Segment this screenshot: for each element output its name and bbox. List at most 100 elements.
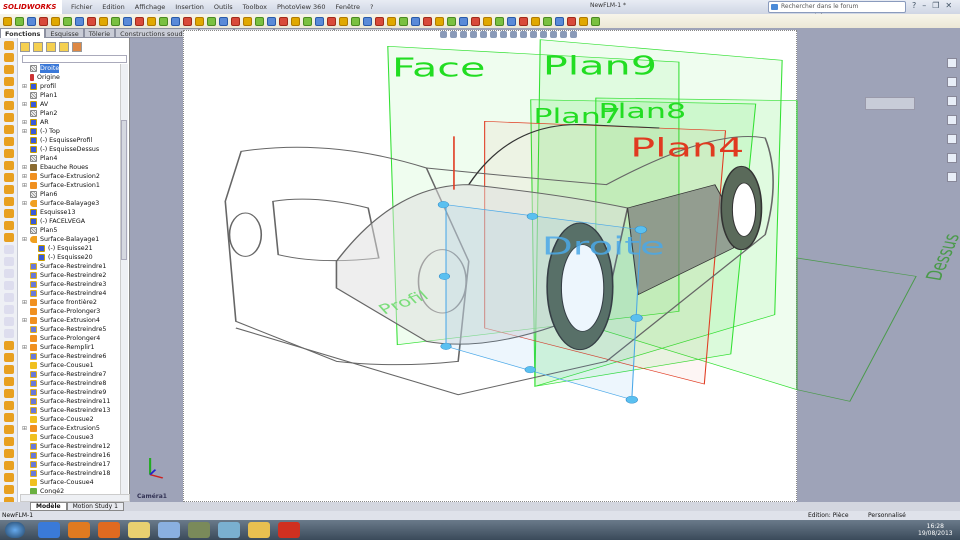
- tree-item[interactable]: (-) FACELVEGA: [22, 217, 120, 226]
- toolbar-tool-icon[interactable]: [327, 16, 336, 26]
- toolbar-tool-icon[interactable]: [15, 16, 24, 26]
- vertical-tool-icon[interactable]: [4, 149, 14, 158]
- menu-8[interactable]: ?: [365, 0, 378, 14]
- tree-item[interactable]: (-) EsquisseDessus: [22, 145, 120, 154]
- toolbar-tool-icon[interactable]: [195, 16, 204, 26]
- view-tool-icon[interactable]: [460, 31, 467, 38]
- menu-0[interactable]: Fichier: [66, 0, 97, 14]
- minimize-button[interactable]: –: [922, 1, 926, 10]
- toolbar-tool-icon[interactable]: [315, 16, 324, 26]
- tree-item[interactable]: Surface-Restreindre3: [22, 280, 120, 289]
- vertical-tool-icon[interactable]: [4, 317, 14, 326]
- tree-item[interactable]: ⊞ Surface-Balayage3: [22, 199, 120, 208]
- expand-icon[interactable]: ⊞: [22, 82, 27, 91]
- toolbar-tool-icon[interactable]: [375, 16, 384, 26]
- vertical-tool-icon[interactable]: [4, 245, 14, 254]
- toolbar-tool-icon[interactable]: [435, 16, 444, 26]
- view-tool-icon[interactable]: [470, 31, 477, 38]
- expand-icon[interactable]: ⊞: [22, 118, 27, 127]
- toolbar-tool-icon[interactable]: [39, 16, 48, 26]
- vertical-tool-icon[interactable]: [4, 173, 14, 182]
- tree-item[interactable]: Surface-Prolonger3: [22, 307, 120, 316]
- app2-icon[interactable]: [218, 522, 240, 538]
- tree-item[interactable]: Surface-Cousue2: [22, 415, 120, 424]
- menu-2[interactable]: Affichage: [130, 0, 171, 14]
- vertical-tool-icon[interactable]: [4, 233, 14, 242]
- tree-item[interactable]: ⊞ Surface-Extrusion1: [22, 181, 120, 190]
- tree-scroll-thumb[interactable]: [121, 120, 127, 260]
- toolbar-tool-icon[interactable]: [483, 16, 492, 26]
- expand-icon[interactable]: ⊞: [22, 235, 27, 244]
- dimxpert-tab-icon[interactable]: [59, 42, 69, 52]
- view-tool-icon[interactable]: [560, 31, 567, 38]
- model-tab[interactable]: Motion Study 1: [66, 502, 124, 511]
- vertical-tool-icon[interactable]: [4, 413, 14, 422]
- task-pane-tab-icon[interactable]: [947, 172, 957, 182]
- view-tool-icon[interactable]: [520, 31, 527, 38]
- toolbar-tool-icon[interactable]: [75, 16, 84, 26]
- tree-item[interactable]: ⊞ Surface frontière2: [22, 298, 120, 307]
- solidworks-taskbar-icon[interactable]: [278, 522, 300, 538]
- tree-item[interactable]: Surface-Prolonger4: [22, 334, 120, 343]
- vertical-tool-icon[interactable]: [4, 53, 14, 62]
- tree-item[interactable]: Surface-Cousue4: [22, 478, 120, 487]
- toolbar-tool-icon[interactable]: [63, 16, 72, 26]
- toolbar-tool-icon[interactable]: [387, 16, 396, 26]
- vertical-tool-icon[interactable]: [4, 389, 14, 398]
- explorer-icon[interactable]: [128, 522, 150, 538]
- toolbar-tool-icon[interactable]: [399, 16, 408, 26]
- toolbar-tool-icon[interactable]: [279, 16, 288, 26]
- vertical-tool-icon[interactable]: [4, 473, 14, 482]
- toolbar-tool-icon[interactable]: [411, 16, 420, 26]
- expand-icon[interactable]: ⊞: [22, 163, 27, 172]
- help-icon[interactable]: ?: [912, 1, 916, 10]
- tree-item[interactable]: Surface-Restreindre17: [22, 460, 120, 469]
- toolbar-tool-icon[interactable]: [303, 16, 312, 26]
- tree-item[interactable]: ⊞ Surface-Remplir1: [22, 343, 120, 352]
- expand-icon[interactable]: ⊞: [22, 343, 27, 352]
- expand-icon[interactable]: ⊞: [22, 298, 27, 307]
- vertical-tool-icon[interactable]: [4, 281, 14, 290]
- display-manager-tab-icon[interactable]: [72, 42, 82, 52]
- toolbar-tool-icon[interactable]: [171, 16, 180, 26]
- vertical-tool-icon[interactable]: [4, 401, 14, 410]
- restore-button[interactable]: ❐: [932, 1, 939, 10]
- tree-item[interactable]: Surface-Restreindre8: [22, 379, 120, 388]
- vertical-tool-icon[interactable]: [4, 425, 14, 434]
- tree-item[interactable]: ⊞ profil: [22, 82, 120, 91]
- vertical-tool-icon[interactable]: [4, 257, 14, 266]
- vertical-tool-icon[interactable]: [4, 77, 14, 86]
- vertical-tool-icon[interactable]: [4, 341, 14, 350]
- view-tool-icon[interactable]: [500, 31, 507, 38]
- expand-icon[interactable]: ⊞: [22, 172, 27, 181]
- tree-item[interactable]: Surface-Cousue3: [22, 433, 120, 442]
- toolbar-tool-icon[interactable]: [555, 16, 564, 26]
- expand-icon[interactable]: ⊞: [22, 424, 27, 433]
- ie-icon[interactable]: [38, 522, 60, 538]
- toolbar-tool-icon[interactable]: [423, 16, 432, 26]
- command-tab[interactable]: Tôlerie: [83, 28, 116, 38]
- vertical-tool-icon[interactable]: [4, 365, 14, 374]
- tree-item[interactable]: Esquisse13: [22, 208, 120, 217]
- toolbar-tool-icon[interactable]: [267, 16, 276, 26]
- view-tool-icon[interactable]: [490, 31, 497, 38]
- feature-tree-tab-icon[interactable]: [20, 42, 30, 52]
- vertical-tool-icon[interactable]: [4, 197, 14, 206]
- toolbar-tool-icon[interactable]: [519, 16, 528, 26]
- toolbar-tool-icon[interactable]: [87, 16, 96, 26]
- tree-item[interactable]: Surface-Restreindre16: [22, 451, 120, 460]
- app-icon[interactable]: [158, 522, 180, 538]
- view-tool-icon[interactable]: [440, 31, 447, 38]
- tree-item[interactable]: Surface-Restreindre6: [22, 352, 120, 361]
- vertical-tool-icon[interactable]: [4, 485, 14, 494]
- gimp-icon[interactable]: [188, 522, 210, 538]
- toolbar-tool-icon[interactable]: [255, 16, 264, 26]
- menu-7[interactable]: Fenêtre: [330, 0, 365, 14]
- toolbar-tool-icon[interactable]: [363, 16, 372, 26]
- task-pane-tab-icon[interactable]: [947, 134, 957, 144]
- task-pane-tab-icon[interactable]: [947, 153, 957, 163]
- tree-filter[interactable]: [22, 55, 127, 63]
- toolbar-tool-icon[interactable]: [123, 16, 132, 26]
- tree-item[interactable]: (-) Esquisse21: [22, 244, 120, 253]
- toolbar-tool-icon[interactable]: [291, 16, 300, 26]
